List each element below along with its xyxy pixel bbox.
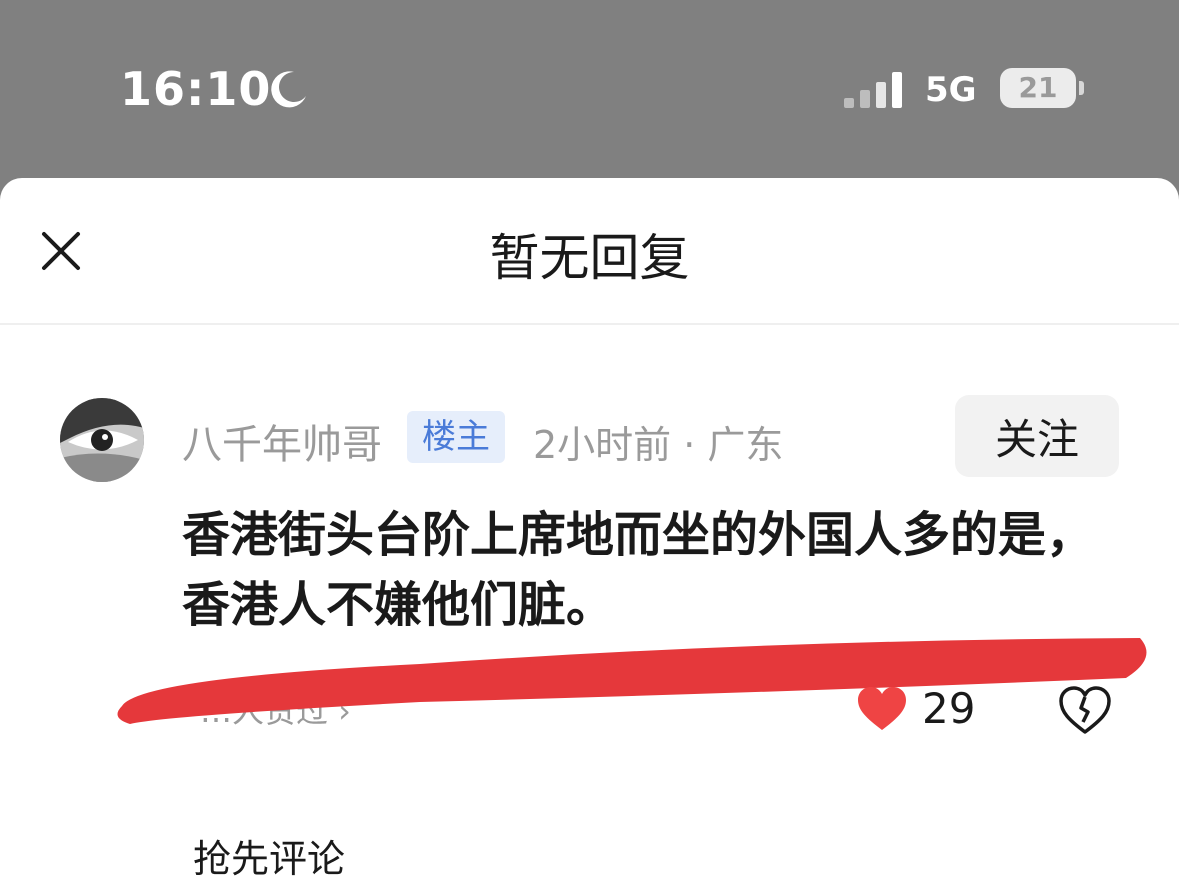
op-badge: 楼主 [407,411,505,463]
first-comment-prompt[interactable]: 抢先评论 [193,828,345,883]
network-type: 5G [925,70,977,110]
heart-icon[interactable] [856,686,908,732]
likers-link[interactable]: …人赞过 › [200,686,351,732]
battery-icon: 21 [1000,68,1076,108]
avatar[interactable] [60,398,144,482]
status-time: 16:10 [120,62,272,116]
battery-tip [1079,81,1084,95]
broken-heart-icon[interactable] [1057,684,1113,736]
signal-icon [844,72,902,108]
author-name[interactable]: 八千年帅哥 [182,412,382,470]
like-count: 29 [922,684,976,733]
moon-icon [271,71,306,108]
follow-button[interactable]: 关注 [955,395,1119,477]
header-divider [0,323,1179,325]
sheet-title: 暂无回复 [489,229,690,287]
comment-meta: 2小时前 · 广东 [533,423,784,467]
reply-sheet: 暂无回复 八千年帅哥 楼主 2小时前 · 广东 关注 香港街头台阶上席地而坐的外… [0,178,1179,896]
avatar-eye-image [60,398,144,482]
comment-text: 香港街头台阶上席地而坐的外国人多的是，香港人不嫌他们脏。 [182,507,1095,633]
